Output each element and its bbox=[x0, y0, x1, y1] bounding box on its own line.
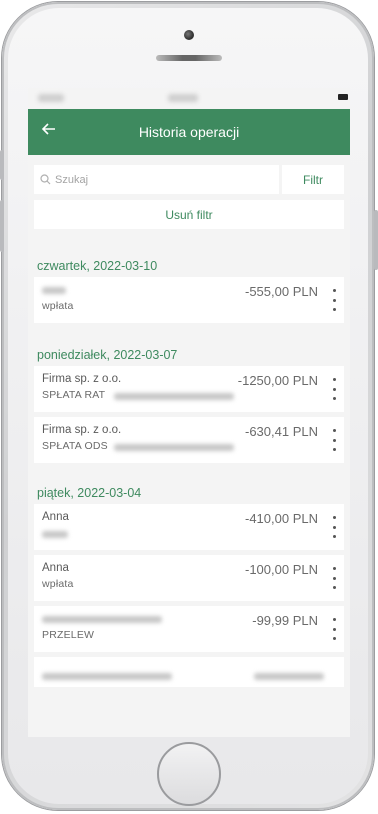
transaction-desc: SPŁATA ODS bbox=[42, 440, 108, 452]
status-time bbox=[38, 94, 64, 102]
search-row: Szukaj Filtr bbox=[34, 165, 344, 194]
redacted-name bbox=[42, 673, 172, 680]
transaction-row[interactable]: Firma sp. z o.o. SPŁATA RAT -1250,00 PLN bbox=[34, 366, 344, 412]
transaction-row[interactable]: Anna wpłata -100,00 PLN bbox=[34, 555, 344, 601]
speaker-grille bbox=[156, 55, 222, 61]
transaction-row[interactable]: Anna -410,00 PLN bbox=[34, 504, 344, 550]
page-title: Historia operacji bbox=[138, 124, 240, 140]
transaction-desc: PRZELEW bbox=[42, 629, 95, 641]
search-placeholder: Szukaj bbox=[55, 173, 89, 186]
transaction-desc: wpłata bbox=[42, 300, 74, 312]
status-carrier bbox=[168, 94, 198, 102]
transaction-row[interactable]: Firma sp. z o.o. SPŁATA ODS -630,41 PLN bbox=[34, 417, 344, 463]
redacted-amount bbox=[254, 673, 324, 680]
more-vert-icon[interactable] bbox=[330, 429, 338, 451]
transaction-desc: wpłata bbox=[42, 578, 74, 590]
transaction-row[interactable]: wpłata -555,00 PLN bbox=[34, 277, 344, 323]
redacted-name bbox=[42, 287, 66, 294]
app-screen: Historia operacji Szukaj Filtr Usuń filt… bbox=[28, 88, 350, 737]
redacted-detail bbox=[114, 393, 234, 400]
date-header: czwartek, 2022-03-10 bbox=[37, 259, 158, 273]
transaction-amount: -100,00 PLN bbox=[245, 562, 318, 577]
side-button bbox=[374, 210, 378, 270]
transaction-amount: -555,00 PLN bbox=[245, 284, 318, 299]
side-button bbox=[0, 150, 4, 180]
search-input[interactable]: Szukaj bbox=[34, 165, 279, 194]
home-button[interactable] bbox=[157, 742, 221, 806]
more-vert-icon[interactable] bbox=[330, 516, 338, 538]
date-header: poniedziałek, 2022-03-07 bbox=[37, 348, 178, 362]
transaction-name: Anna bbox=[42, 511, 69, 523]
transaction-row-partial[interactable] bbox=[34, 657, 344, 687]
app-header: Historia operacji bbox=[28, 109, 350, 155]
transaction-desc: SPŁATA RAT bbox=[42, 389, 106, 401]
front-camera bbox=[184, 30, 194, 40]
filter-button[interactable]: Filtr bbox=[282, 165, 344, 194]
transaction-name: Anna bbox=[42, 562, 69, 574]
more-vert-icon[interactable] bbox=[330, 567, 338, 589]
side-button bbox=[0, 200, 4, 252]
redacted-detail bbox=[42, 531, 68, 538]
more-vert-icon[interactable] bbox=[330, 378, 338, 400]
more-vert-icon[interactable] bbox=[330, 289, 338, 311]
more-vert-icon[interactable] bbox=[330, 618, 338, 640]
transaction-amount: -630,41 PLN bbox=[245, 424, 318, 439]
transaction-amount: -410,00 PLN bbox=[245, 511, 318, 526]
transaction-name: Firma sp. z o.o. bbox=[42, 373, 122, 385]
transaction-name: Firma sp. z o.o. bbox=[42, 424, 122, 436]
redacted-name bbox=[42, 616, 162, 623]
transaction-amount: -99,99 PLN bbox=[252, 613, 318, 628]
date-header: piątek, 2022-03-04 bbox=[37, 486, 142, 500]
arrow-left-icon[interactable] bbox=[40, 120, 62, 142]
status-bar bbox=[28, 88, 350, 109]
battery-icon bbox=[338, 94, 348, 100]
search-icon bbox=[40, 174, 51, 185]
transaction-row[interactable]: PRZELEW -99,99 PLN bbox=[34, 606, 344, 652]
redacted-detail bbox=[114, 444, 234, 451]
clear-filter-button[interactable]: Usuń filtr bbox=[34, 200, 344, 229]
transaction-amount: -1250,00 PLN bbox=[237, 373, 318, 388]
